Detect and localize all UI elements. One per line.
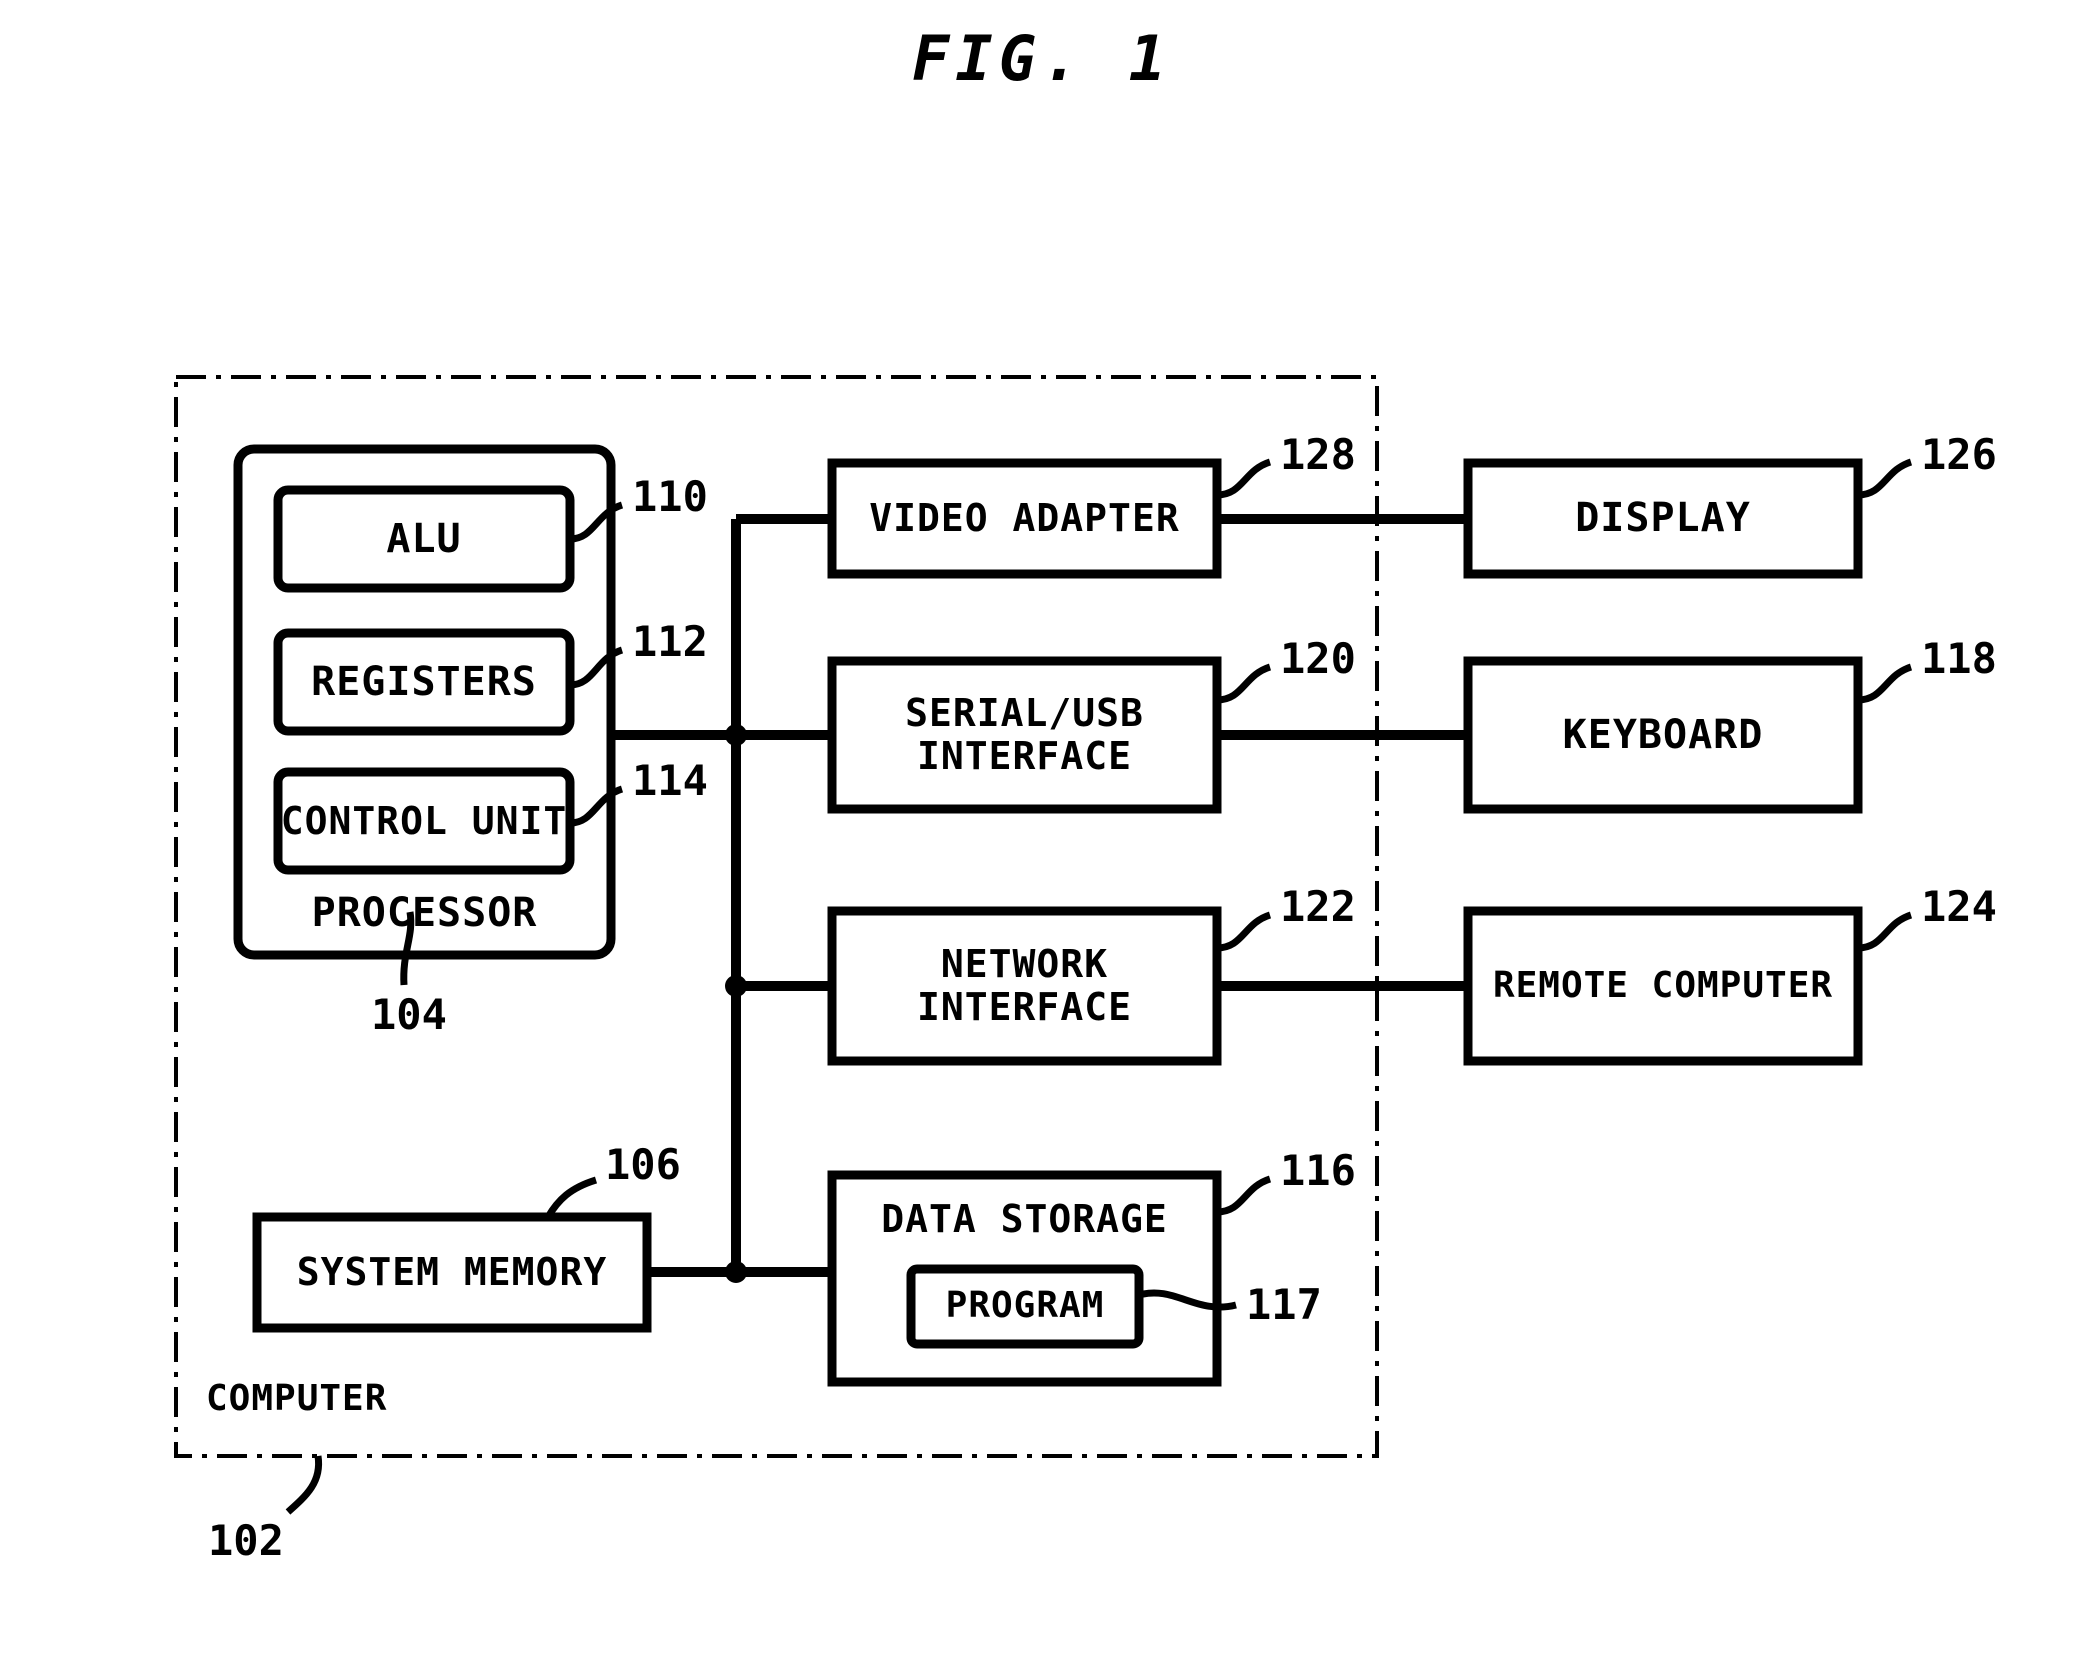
leader-106	[544, 1176, 598, 1219]
ref-116: 116	[1280, 1146, 1356, 1195]
leader-126	[1857, 458, 1913, 499]
bus-junction-serial	[725, 724, 747, 746]
system-memory-box	[252, 1212, 652, 1333]
leader-102	[285, 1455, 323, 1515]
display-box	[1463, 458, 1863, 579]
ref-106: 106	[605, 1140, 681, 1189]
bus-junction-storage	[725, 1261, 747, 1283]
ref-124: 124	[1921, 882, 1997, 931]
leader-116	[1216, 1175, 1272, 1216]
ref-120: 120	[1280, 634, 1356, 683]
remote-computer-box	[1463, 906, 1863, 1066]
control-unit-box	[273, 767, 575, 875]
leader-124	[1857, 911, 1913, 952]
keyboard-box	[1463, 656, 1863, 814]
video-adapter-box	[827, 458, 1222, 579]
leader-118	[1857, 663, 1913, 704]
serial-usb-interface-box	[827, 656, 1222, 814]
ref-114: 114	[632, 756, 708, 805]
program-box	[906, 1264, 1144, 1349]
leader-128	[1216, 458, 1272, 499]
ref-102: 102	[208, 1516, 284, 1565]
ref-118: 118	[1921, 634, 1997, 683]
network-interface-box	[827, 906, 1222, 1066]
bus-junction-network	[725, 975, 747, 997]
ref-126: 126	[1921, 430, 1997, 479]
patent-figure-page: FIG. 1 ALU REGISTERS CONTROL UNIT PROCES…	[0, 0, 2084, 1669]
ref-112: 112	[632, 617, 708, 666]
ref-110: 110	[632, 472, 708, 521]
ref-117: 117	[1246, 1280, 1322, 1329]
leader-122	[1216, 911, 1272, 952]
ref-122: 122	[1280, 882, 1356, 931]
leader-120	[1216, 663, 1272, 704]
ref-128: 128	[1280, 430, 1356, 479]
registers-box	[273, 628, 575, 736]
ref-104: 104	[371, 990, 447, 1039]
alu-box	[273, 485, 575, 593]
computer-boundary-label: COMPUTER	[206, 1378, 388, 1419]
